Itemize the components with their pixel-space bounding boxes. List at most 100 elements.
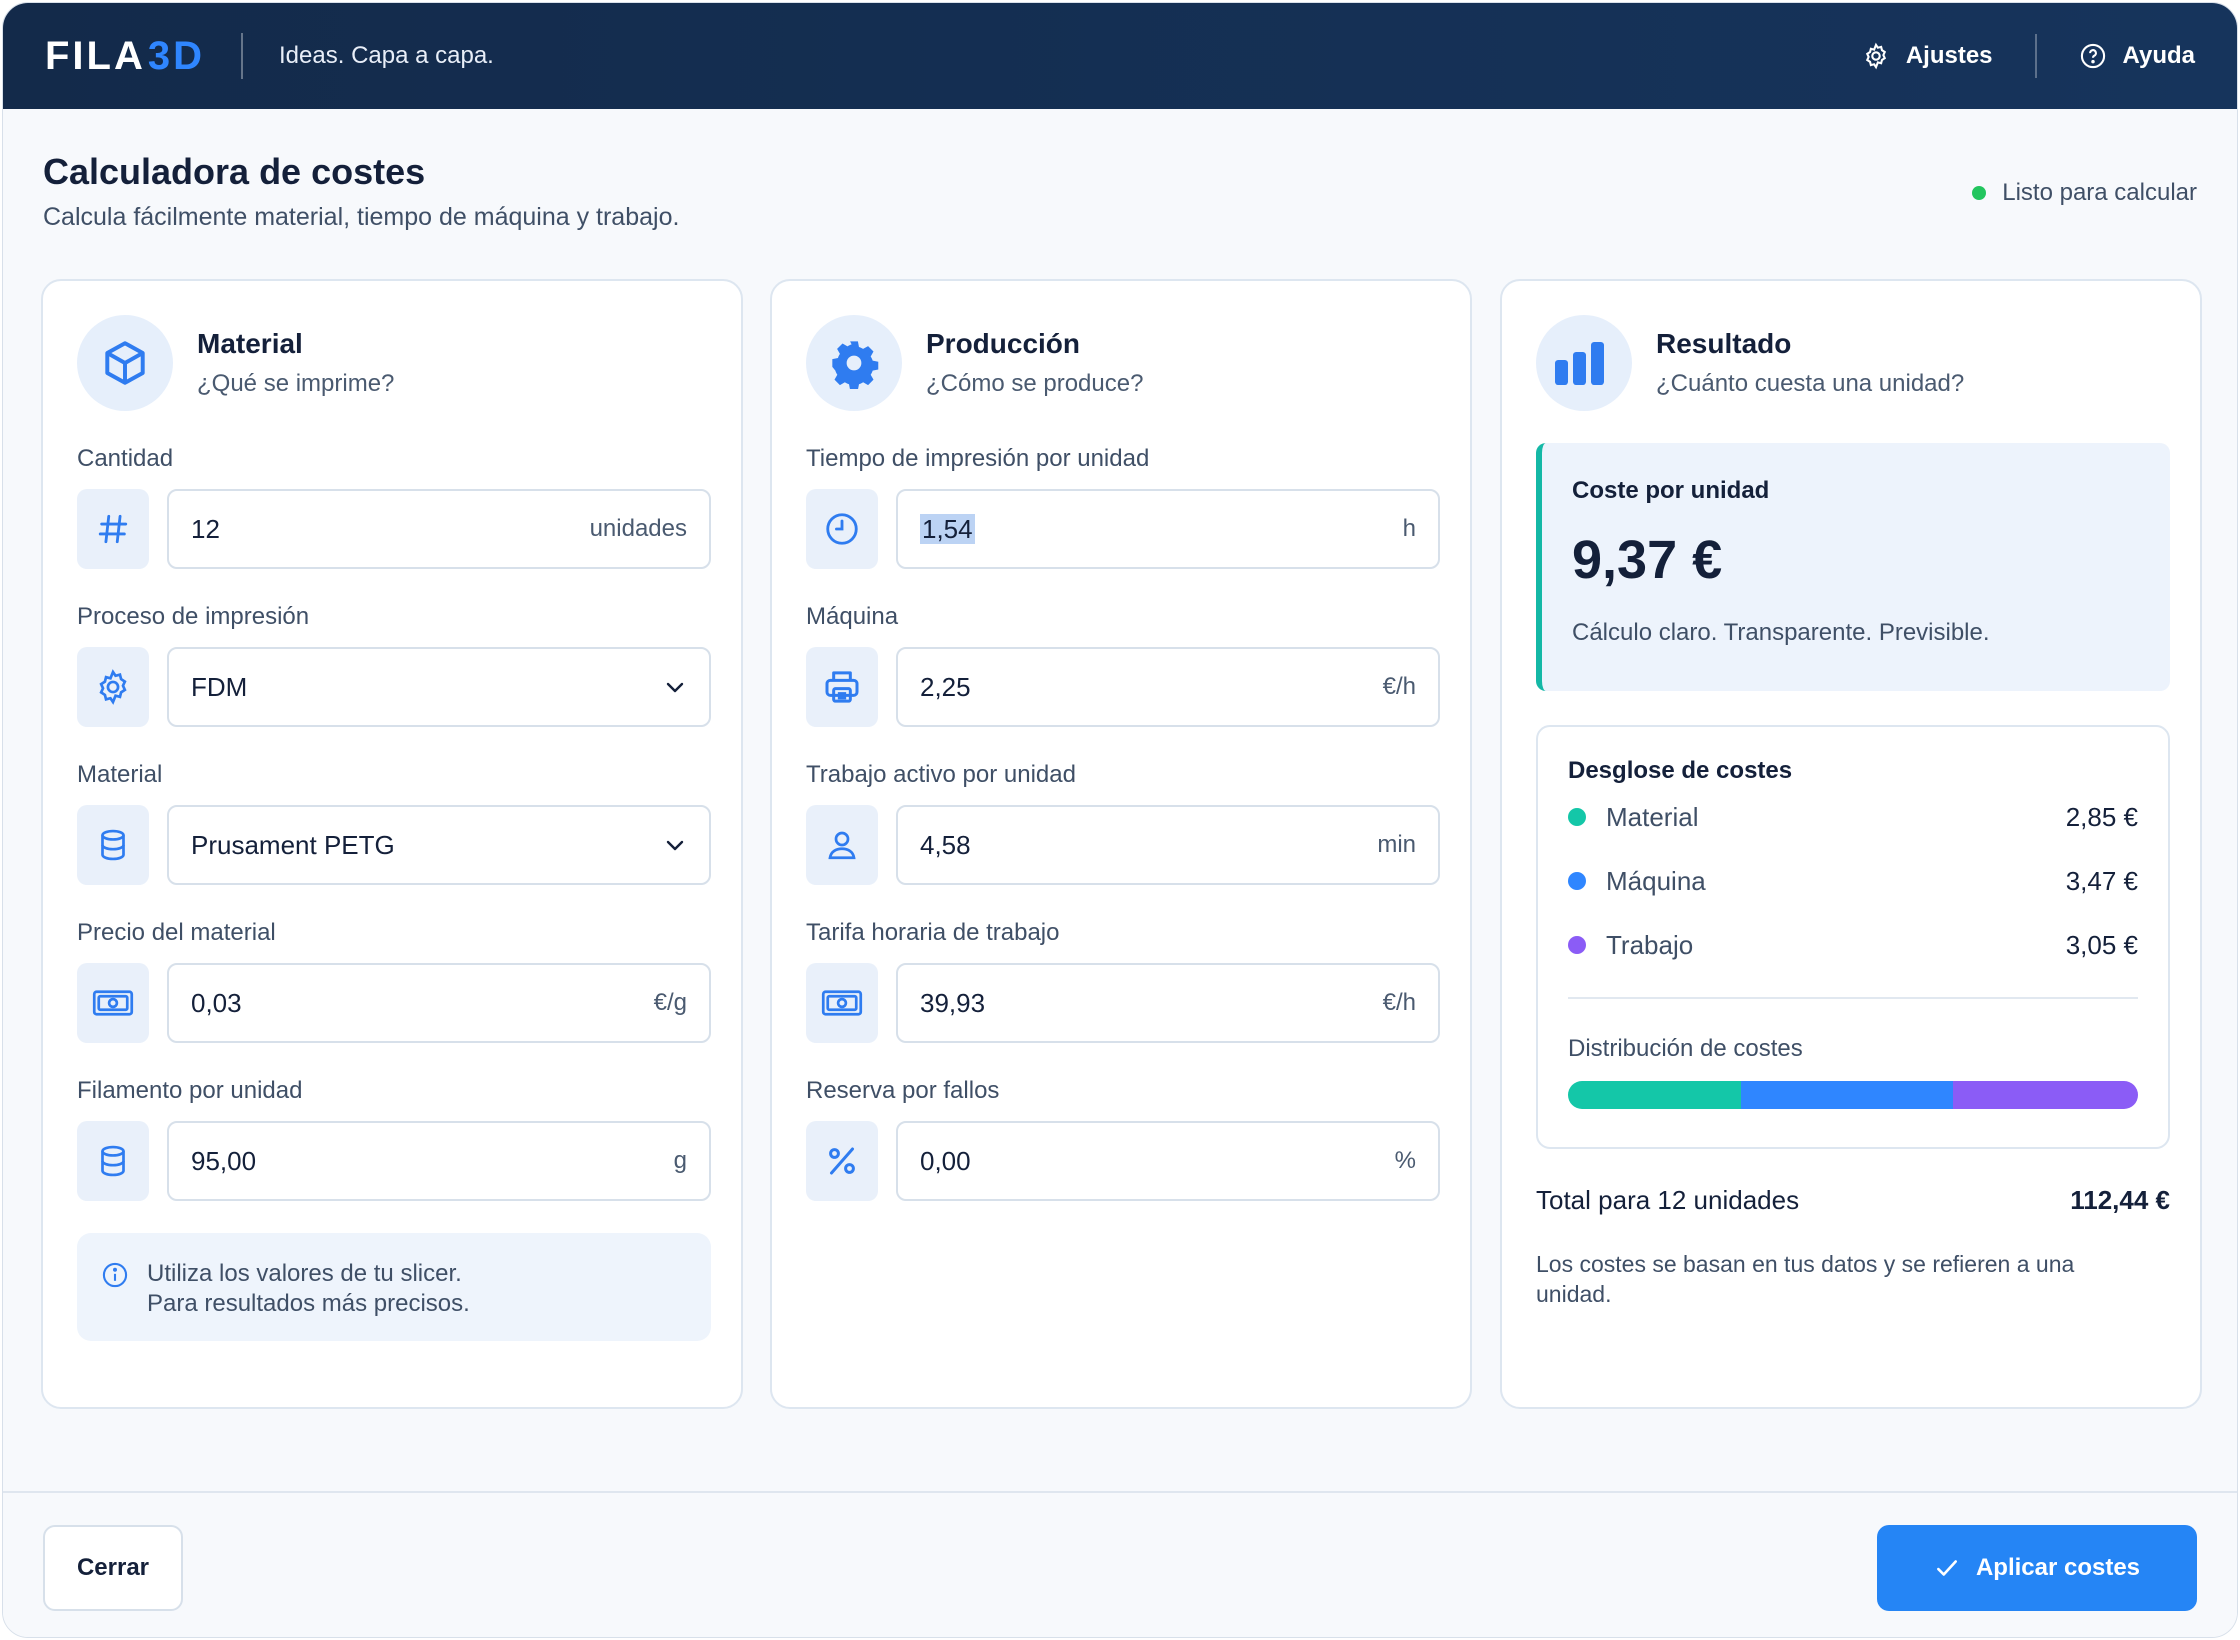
machine-unit: €/h	[1382, 673, 1416, 700]
filament-input[interactable]: 95,00 g	[167, 1121, 711, 1201]
filament-unit: g	[673, 1147, 687, 1174]
status-indicator: Listo para calcular	[1972, 179, 2197, 207]
active-work-unit: min	[1377, 831, 1416, 858]
production-card: Producción ¿Cómo se produce? Tiempo de i…	[770, 279, 1472, 1409]
logo-text: FILA	[45, 33, 146, 78]
print-time-input[interactable]: 1,54 h	[896, 489, 1440, 569]
unit-cost-label: Coste por unidad	[1572, 477, 1770, 504]
help-label: Ayuda	[2122, 42, 2195, 69]
filament-value: 95,00	[191, 1145, 257, 1176]
clock-icon	[806, 489, 878, 569]
machine-input[interactable]: 2,25 €/h	[896, 647, 1440, 727]
production-card-header: Producción ¿Cómo se produce?	[806, 315, 1143, 411]
hash-icon	[77, 489, 149, 569]
apply-costs-label: Aplicar costes	[1975, 1554, 2141, 1581]
tagline: Ideas. Capa a capa.	[279, 42, 494, 69]
labor-rate-label: Tarifa horaria de trabajo	[806, 919, 1060, 946]
print-time-label: Tiempo de impresión por unidad	[806, 445, 1150, 472]
material-type-field: Prusament PETG	[77, 805, 711, 885]
failure-reserve-unit: %	[1394, 1147, 1416, 1174]
active-work-value: 4,58	[920, 829, 971, 860]
page-subtitle: Calcula fácilmente material, tiempo de m…	[43, 203, 680, 231]
legend-dot	[1568, 808, 1586, 826]
percent-icon	[806, 1121, 878, 1201]
print-time-unit: h	[1402, 515, 1416, 542]
unit-cost-value: 9,37 €	[1572, 530, 1723, 590]
machine-field: 2,25 €/h	[806, 647, 1440, 727]
material-price-field: 0,03 €/g	[77, 963, 711, 1043]
labor-rate-unit: €/h	[1382, 989, 1416, 1016]
chevron-down-icon	[666, 682, 684, 693]
total-row: Total para 12 unidades 112,44 €	[1536, 1185, 2170, 1216]
material-card: Material ¿Qué se imprime? Cantidad 12 un…	[41, 279, 743, 1409]
gear-icon	[1865, 42, 1886, 70]
logo-accent-text: 3D	[147, 33, 206, 78]
quantity-unit: unidades	[589, 515, 687, 542]
result-card-header: Resultado ¿Cuánto cuesta una unidad?	[1536, 315, 1964, 411]
quantity-field: 12 unidades	[77, 489, 711, 569]
breakdown-divider	[1568, 997, 2138, 999]
slicer-info-box: Utiliza los valores de tu slicer. Para r…	[77, 1233, 711, 1341]
status-text: Listo para calcular	[2002, 179, 2197, 206]
app-window: FILA 3D Ideas. Capa a capa. Ajustes Ayuda	[2, 2, 2238, 1638]
unit-cost-box: Coste por unidad 9,37 € Cálculo claro. T…	[1536, 443, 2170, 691]
result-card: Resultado ¿Cuánto cuesta una unidad? Cos…	[1500, 279, 2202, 1409]
breakdown-row-material: Material 2,85 €	[1568, 785, 2138, 849]
breakdown-amount: 3,05 €	[2065, 929, 2138, 960]
process-select[interactable]: FDM	[167, 647, 711, 727]
material-price-value: 0,03	[191, 987, 242, 1018]
labor-rate-field: 39,93 €/h	[806, 963, 1440, 1043]
result-card-subtitle: ¿Cuánto cuesta una unidad?	[1656, 370, 1965, 397]
top-bar: FILA 3D Ideas. Capa a capa. Ajustes Ayuda	[3, 3, 2237, 109]
material-type-value: Prusament PETG	[191, 829, 395, 860]
active-work-input[interactable]: 4,58 min	[896, 805, 1440, 885]
breakdown-row-labor: Trabajo 3,05 €	[1568, 913, 2138, 977]
material-type-select[interactable]: Prusament PETG	[167, 805, 711, 885]
filament-field: 95,00 g	[77, 1121, 711, 1201]
banknote-icon	[77, 963, 149, 1043]
apply-costs-button[interactable]: Aplicar costes	[1877, 1525, 2197, 1611]
breakdown-name: Trabajo	[1606, 929, 1694, 960]
help-button[interactable]: Ayuda	[2079, 42, 2195, 70]
question-circle-icon	[2080, 43, 2105, 69]
print-time-field: 1,54 h	[806, 489, 1440, 569]
cog-icon	[806, 315, 902, 411]
breakdown-title: Desglose de costes	[1568, 757, 1793, 784]
check-icon	[1936, 1560, 1957, 1576]
top-nav: Ajustes Ayuda	[1862, 3, 2195, 109]
machine-value: 2,25	[920, 671, 971, 702]
close-button-label: Cerrar	[76, 1554, 150, 1581]
print-time-value: 1,54	[920, 513, 975, 544]
result-card-title: Resultado	[1656, 328, 1792, 359]
logo: FILA 3D	[45, 34, 205, 79]
settings-button[interactable]: Ajustes	[1862, 42, 1993, 70]
labor-rate-input[interactable]: 39,93 €/h	[896, 963, 1440, 1043]
production-card-title: Producción	[926, 328, 1081, 359]
legend-dot	[1568, 872, 1586, 890]
quantity-input[interactable]: 12 unidades	[167, 489, 711, 569]
banknote-icon	[806, 963, 878, 1043]
material-type-label: Material	[77, 761, 163, 788]
header-divider	[241, 33, 244, 79]
status-dot	[1972, 186, 1987, 200]
material-price-input[interactable]: 0,03 €/g	[167, 963, 711, 1043]
user-icon	[806, 805, 878, 885]
failure-reserve-input[interactable]: 0,00 %	[896, 1121, 1440, 1201]
breakdown-name: Material	[1606, 801, 1699, 832]
close-button[interactable]: Cerrar	[43, 1525, 183, 1611]
spool-icon	[77, 1121, 149, 1201]
material-price-unit: €/g	[653, 989, 687, 1016]
filament-label: Filamento por unidad	[77, 1077, 303, 1104]
breakdown-row-machine: Máquina 3,47 €	[1568, 849, 2138, 913]
distribution-bar	[1568, 1081, 2138, 1109]
result-footnote: Los costes se basan en tus datos y se re…	[1536, 1251, 2075, 1307]
material-card-title: Material	[197, 328, 303, 359]
production-card-subtitle: ¿Cómo se produce?	[926, 370, 1144, 397]
spool-icon	[77, 805, 149, 885]
process-label: Proceso de impresión	[77, 603, 310, 630]
nav-separator	[2034, 34, 2037, 78]
quantity-value: 12	[191, 513, 220, 544]
failure-reserve-field: 0,00 %	[806, 1121, 1440, 1201]
cube-icon	[77, 315, 173, 411]
legend-dot	[1568, 936, 1586, 954]
